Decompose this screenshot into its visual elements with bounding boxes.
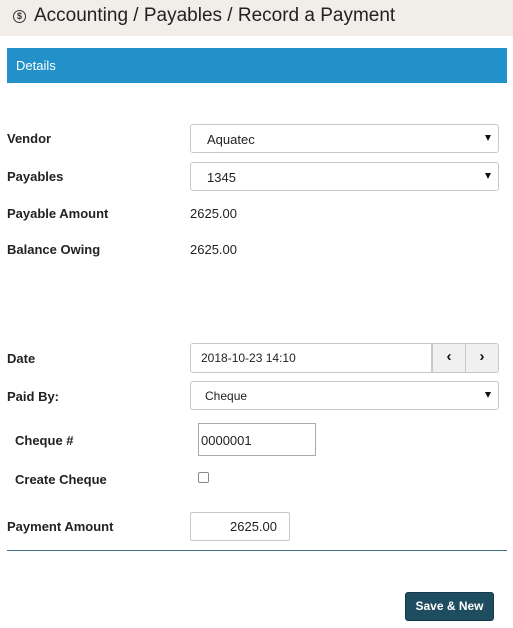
vendor-select[interactable]: Aquatec <box>190 124 499 153</box>
payable-amount-value: 2625.00 <box>190 206 237 221</box>
chevron-right-icon: › <box>479 348 485 365</box>
date-prev-button[interactable]: ‹ <box>432 343 466 373</box>
balance-owing-value: 2625.00 <box>190 242 237 257</box>
payment-amount-value: 2625.00 <box>230 519 277 534</box>
page-title: Accounting / Payables / Record a Payment <box>34 5 396 26</box>
paid-by-label: Paid By: <box>7 389 60 404</box>
paid-by-select[interactable]: Cheque <box>190 381 499 410</box>
vendor-select-value: Aquatec <box>207 132 255 147</box>
save-and-new-button[interactable]: Save & New <box>405 592 494 621</box>
chevron-down-icon <box>485 135 491 141</box>
payables-label: Payables <box>7 169 64 184</box>
create-cheque-checkbox[interactable] <box>198 472 209 483</box>
chevron-down-icon <box>485 173 491 179</box>
balance-owing-label: Balance Owing <box>7 242 101 257</box>
page-header: $ Accounting / Payables / Record a Payme… <box>0 0 513 36</box>
payables-select[interactable]: 1345 <box>190 162 499 191</box>
paid-by-select-value: Cheque <box>205 389 248 403</box>
payment-amount-input[interactable]: 2625.00 <box>190 512 290 541</box>
payment-amount-label: Payment Amount <box>7 519 114 534</box>
payables-select-value: 1345 <box>207 170 236 185</box>
cheque-number-input[interactable]: 0000001 <box>198 423 316 456</box>
create-cheque-label: Create Cheque <box>15 472 107 487</box>
cheque-number-value: 0000001 <box>201 433 252 448</box>
form-divider <box>7 550 507 551</box>
date-next-button[interactable]: › <box>465 343 499 373</box>
chevron-left-icon: ‹ <box>446 348 452 365</box>
details-panel-title: Details <box>16 58 56 73</box>
date-input-value: 2018-10-23 14:10 <box>201 351 296 365</box>
date-input[interactable]: 2018-10-23 14:10 <box>190 343 432 373</box>
payable-amount-label: Payable Amount <box>7 206 109 221</box>
cheque-number-label: Cheque # <box>15 433 74 448</box>
dollar-circle-icon: $ <box>13 10 26 23</box>
vendor-label: Vendor <box>7 131 52 146</box>
chevron-down-icon <box>485 392 491 398</box>
details-panel-heading: Details <box>7 48 507 83</box>
date-label: Date <box>7 351 36 366</box>
